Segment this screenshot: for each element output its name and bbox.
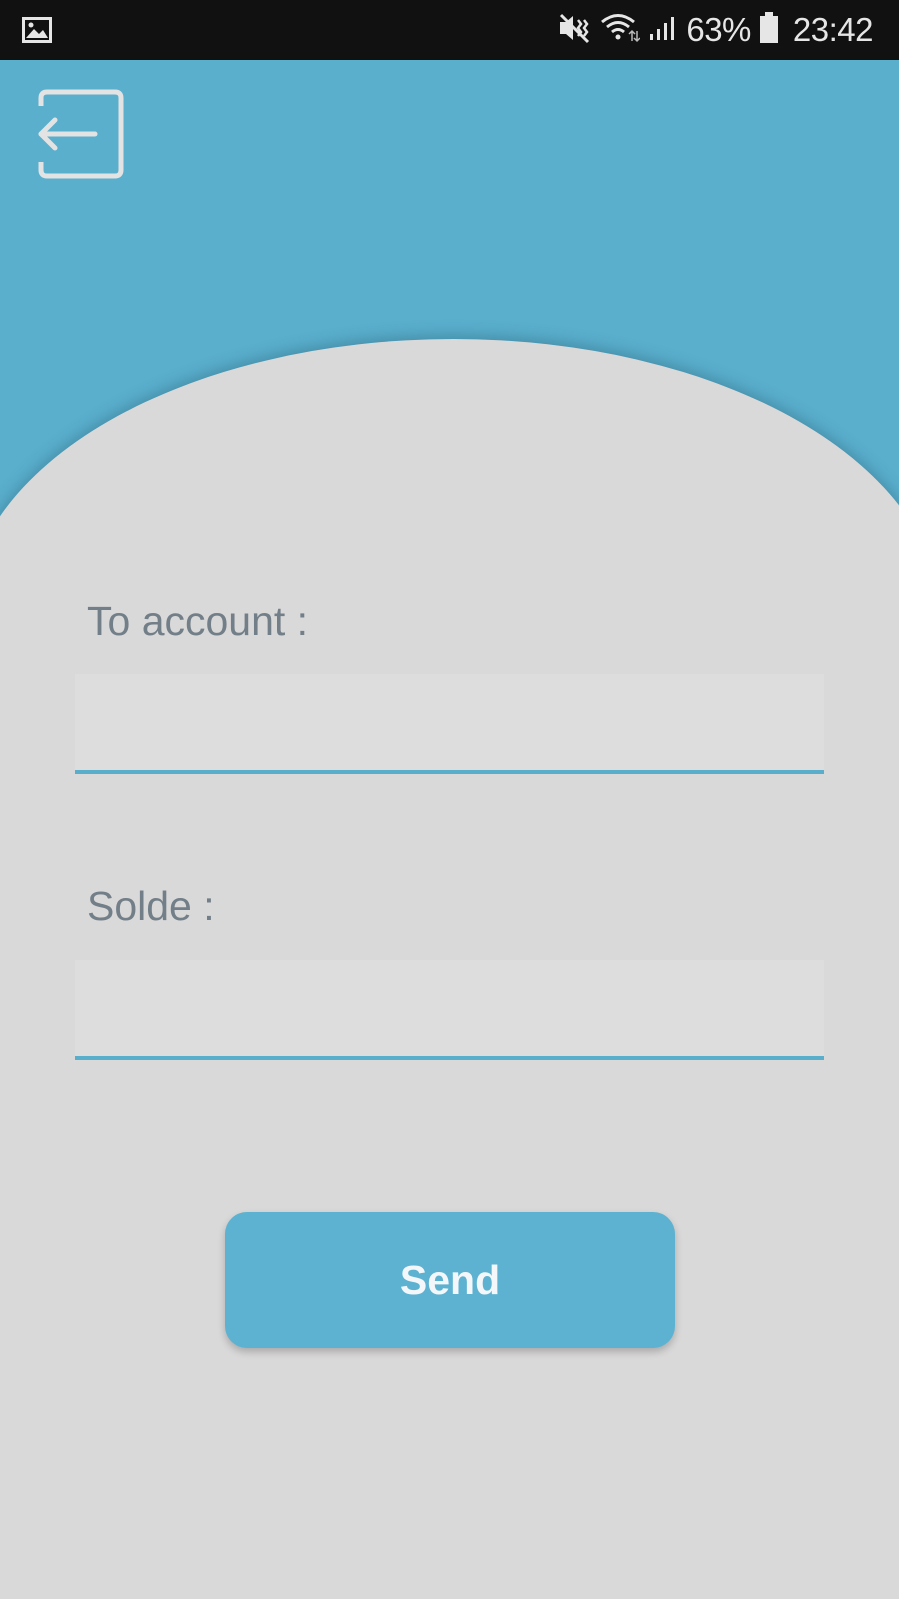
battery-percent: 63% bbox=[686, 11, 751, 48]
logout-arrow-icon bbox=[35, 89, 127, 184]
signal-icon bbox=[648, 14, 678, 47]
status-bar: 63% 23:42 bbox=[0, 0, 899, 60]
vibrate-mute-icon bbox=[556, 12, 592, 49]
clock: 23:42 bbox=[792, 11, 874, 48]
send-button[interactable]: Send bbox=[225, 1212, 675, 1348]
to-account-label: To account : bbox=[87, 598, 309, 644]
solde-label: Solde : bbox=[87, 883, 215, 929]
app-screen: 63% 23:42 To account : Solde : Send bbox=[0, 0, 899, 1599]
back-button[interactable] bbox=[35, 88, 127, 180]
to-account-input[interactable] bbox=[75, 674, 824, 774]
battery-icon bbox=[759, 11, 779, 49]
wifi-icon bbox=[600, 12, 641, 49]
status-right: 63% 23:42 bbox=[556, 0, 874, 60]
solde-input[interactable] bbox=[75, 960, 824, 1060]
gallery-icon bbox=[22, 17, 52, 48]
